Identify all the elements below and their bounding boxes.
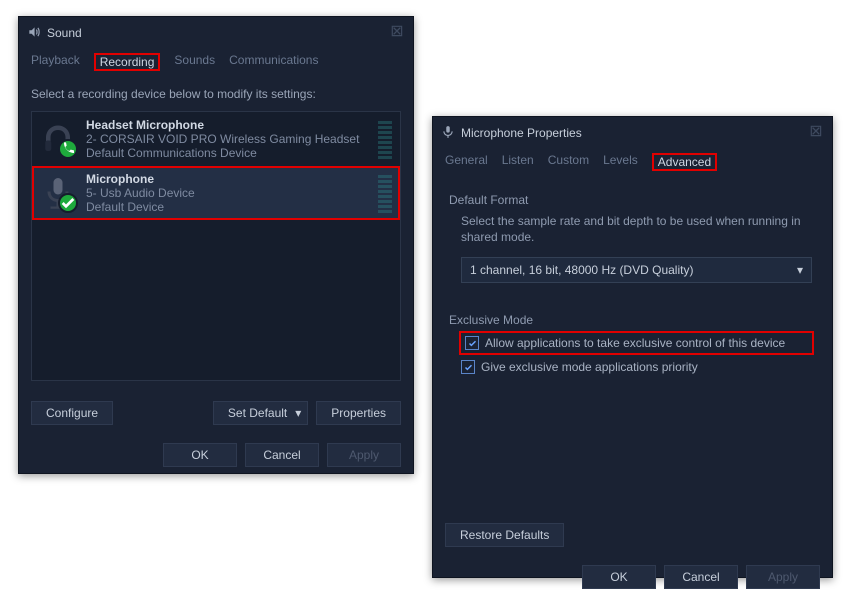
device-name: Headset Microphone <box>86 118 368 132</box>
tab-listen[interactable]: Listen <box>502 153 534 171</box>
checkbox-checked-icon <box>461 360 475 374</box>
format-select-value: 1 channel, 16 bit, 48000 Hz (DVD Quality… <box>470 263 693 277</box>
exclusive-mode-heading: Exclusive Mode <box>449 313 816 327</box>
sound-title: Sound <box>47 26 389 40</box>
close-icon[interactable]: ⊠ <box>808 125 824 141</box>
close-icon[interactable]: ⊠ <box>389 25 405 41</box>
device-row[interactable]: Microphone 5- Usb Audio Device Default D… <box>32 166 400 220</box>
sound-window: Sound ⊠ Playback Recording Sounds Commun… <box>18 16 414 474</box>
properties-button[interactable]: Properties <box>316 401 401 425</box>
device-status: Default Device <box>86 200 368 214</box>
props-footer: OK Cancel Apply <box>433 557 832 601</box>
exclusive-control-checkbox[interactable]: Allow applications to take exclusive con… <box>461 333 812 353</box>
set-default-label: Set Default <box>228 406 287 420</box>
device-sub: 2- CORSAIR VOID PRO Wireless Gaming Head… <box>86 132 368 146</box>
level-meter <box>378 173 392 213</box>
phone-badge-icon <box>58 139 78 159</box>
props-body: Default Format Select the sample rate an… <box>433 177 832 523</box>
device-text: Microphone 5- Usb Audio Device Default D… <box>86 172 368 214</box>
exclusive-control-label: Allow applications to take exclusive con… <box>485 336 785 350</box>
props-tabs: General Listen Custom Levels Advanced <box>433 149 832 177</box>
props-titlebar: Microphone Properties ⊠ <box>433 117 832 149</box>
configure-button[interactable]: Configure <box>31 401 113 425</box>
device-list: Headset Microphone 2- CORSAIR VOID PRO W… <box>31 111 401 381</box>
sound-tabs: Playback Recording Sounds Communications <box>19 49 413 77</box>
cancel-button[interactable]: Cancel <box>245 443 319 467</box>
microphone-icon <box>441 125 455 142</box>
ok-button[interactable]: OK <box>163 443 237 467</box>
tab-custom[interactable]: Custom <box>548 153 589 171</box>
chevron-down-icon: ▾ <box>797 263 803 277</box>
sound-button-row: Configure Set Default ▾ Properties <box>19 391 413 435</box>
tab-advanced[interactable]: Advanced <box>652 153 717 171</box>
device-row[interactable]: Headset Microphone 2- CORSAIR VOID PRO W… <box>32 112 400 166</box>
tab-communications[interactable]: Communications <box>229 53 318 71</box>
tab-levels[interactable]: Levels <box>603 153 638 171</box>
sound-footer: OK Cancel Apply <box>19 435 413 479</box>
sound-instruction: Select a recording device below to modif… <box>31 87 401 101</box>
tab-playback[interactable]: Playback <box>31 53 80 71</box>
default-format-desc: Select the sample rate and bit depth to … <box>461 213 812 245</box>
format-select[interactable]: 1 channel, 16 bit, 48000 Hz (DVD Quality… <box>461 257 812 283</box>
sound-titlebar: Sound ⊠ <box>19 17 413 49</box>
exclusive-priority-label: Give exclusive mode applications priorit… <box>481 360 698 374</box>
apply-button[interactable]: Apply <box>327 443 401 467</box>
restore-defaults-button[interactable]: Restore Defaults <box>445 523 564 547</box>
chevron-down-icon: ▾ <box>295 406 301 420</box>
ok-button[interactable]: OK <box>582 565 656 589</box>
tab-recording[interactable]: Recording <box>94 53 161 71</box>
properties-window: Microphone Properties ⊠ General Listen C… <box>432 116 833 578</box>
cancel-button[interactable]: Cancel <box>664 565 738 589</box>
device-text: Headset Microphone 2- CORSAIR VOID PRO W… <box>86 118 368 160</box>
props-title: Microphone Properties <box>461 126 808 140</box>
props-button-row: Restore Defaults <box>433 523 832 557</box>
set-default-button[interactable]: Set Default ▾ <box>213 401 308 425</box>
tab-general[interactable]: General <box>445 153 488 171</box>
tab-sounds[interactable]: Sounds <box>174 53 215 71</box>
sound-body: Select a recording device below to modif… <box>19 77 413 391</box>
microphone-icon <box>40 175 76 211</box>
check-badge-icon <box>58 193 78 213</box>
device-name: Microphone <box>86 172 368 186</box>
headset-icon <box>40 121 76 157</box>
exclusive-priority-checkbox[interactable]: Give exclusive mode applications priorit… <box>461 357 812 377</box>
checkbox-checked-icon <box>465 336 479 350</box>
device-status: Default Communications Device <box>86 146 368 160</box>
speaker-icon <box>27 25 41 42</box>
apply-button[interactable]: Apply <box>746 565 820 589</box>
level-meter <box>378 119 392 159</box>
default-format-heading: Default Format <box>449 193 816 207</box>
device-sub: 5- Usb Audio Device <box>86 186 368 200</box>
